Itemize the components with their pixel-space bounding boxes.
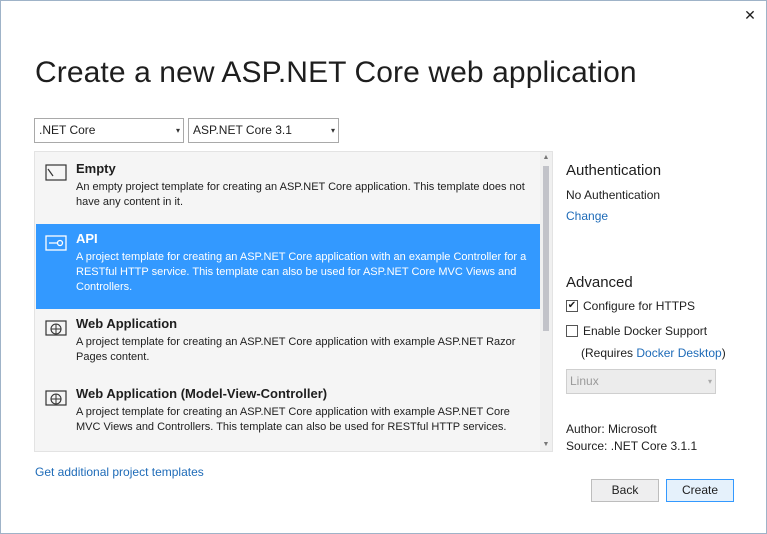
empty-template-icon <box>45 164 67 181</box>
docker-label: Enable Docker Support <box>583 324 708 338</box>
change-authentication-link[interactable]: Change <box>566 209 608 223</box>
scroll-thumb[interactable] <box>543 166 549 331</box>
https-label: Configure for HTTPS <box>583 299 696 313</box>
scroll-up-icon[interactable]: ▲ <box>540 152 552 164</box>
create-button[interactable]: Create <box>666 479 734 502</box>
additional-templates-link[interactable]: Get additional project templates <box>35 465 204 479</box>
close-icon[interactable]: ✕ <box>742 7 758 23</box>
template-name: API <box>76 231 98 246</box>
requires-prefix: (Requires <box>581 346 637 360</box>
template-name: Web Application (Model-View-Controller) <box>76 386 328 401</box>
framework-select[interactable]: .NET Core ▾ <box>34 118 184 143</box>
docker-support-option[interactable]: Enable Docker Support <box>566 324 707 338</box>
chevron-down-icon: ▾ <box>330 126 335 135</box>
template-name: Web Application <box>76 316 178 331</box>
scroll-down-icon[interactable]: ▼ <box>540 439 552 451</box>
template-item-empty[interactable]: Empty An empty project template for crea… <box>36 154 541 224</box>
dialog-window: ✕ Create a new ASP.NET Core web applicat… <box>0 0 767 534</box>
globe-template-icon <box>45 320 67 336</box>
requires-suffix: ) <box>721 346 726 360</box>
template-item-api[interactable]: API A project template for creating an A… <box>36 224 541 309</box>
author-value: Microsoft <box>608 422 657 436</box>
version-select[interactable]: ASP.NET Core 3.1 ▾ <box>188 118 339 143</box>
template-name: Empty <box>76 161 116 176</box>
template-list[interactable]: Empty An empty project template for crea… <box>34 151 553 452</box>
docker-requirement-note: (Requires Docker Desktop) <box>581 346 726 360</box>
advanced-heading: Advanced <box>566 274 633 291</box>
source-value: .NET Core 3.1.1 <box>610 439 698 453</box>
api-template-icon <box>45 235 67 251</box>
template-description: A project template for creating an ASP.N… <box>76 251 527 293</box>
docker-desktop-link[interactable]: Docker Desktop <box>636 346 721 360</box>
authentication-heading: Authentication <box>566 162 662 179</box>
authentication-value: No Authentication <box>566 188 661 202</box>
template-author: Author: Microsoft <box>566 422 657 436</box>
chevron-down-icon: ▾ <box>175 126 180 135</box>
template-list-scrollbar[interactable]: ▲ ▼ <box>540 152 552 451</box>
author-label: Author: <box>566 422 605 436</box>
template-description: A project template for creating an ASP.N… <box>76 336 516 363</box>
configure-https-option[interactable]: ✔ Configure for HTTPS <box>566 299 695 313</box>
docker-os-value: Linux <box>570 374 599 388</box>
template-item-web-application[interactable]: Web Application A project template for c… <box>36 309 541 379</box>
template-description: A project template for creating an ASP.N… <box>76 406 510 433</box>
chevron-down-icon: ▾ <box>707 377 712 386</box>
https-checkbox[interactable]: ✔ <box>566 300 578 312</box>
back-button[interactable]: Back <box>591 479 659 502</box>
template-source: Source: .NET Core 3.1.1 <box>566 439 697 453</box>
docker-os-select: Linux ▾ <box>566 369 716 394</box>
version-select-value: ASP.NET Core 3.1 <box>193 123 292 137</box>
template-item-web-application-mvc[interactable]: Web Application (Model-View-Controller) … <box>36 379 541 451</box>
globe-template-icon <box>45 390 67 406</box>
framework-select-value: .NET Core <box>39 123 96 137</box>
docker-checkbox[interactable] <box>566 325 578 337</box>
page-title: Create a new ASP.NET Core web applicatio… <box>35 56 637 89</box>
template-description: An empty project template for creating a… <box>76 181 525 208</box>
source-label: Source: <box>566 439 608 453</box>
